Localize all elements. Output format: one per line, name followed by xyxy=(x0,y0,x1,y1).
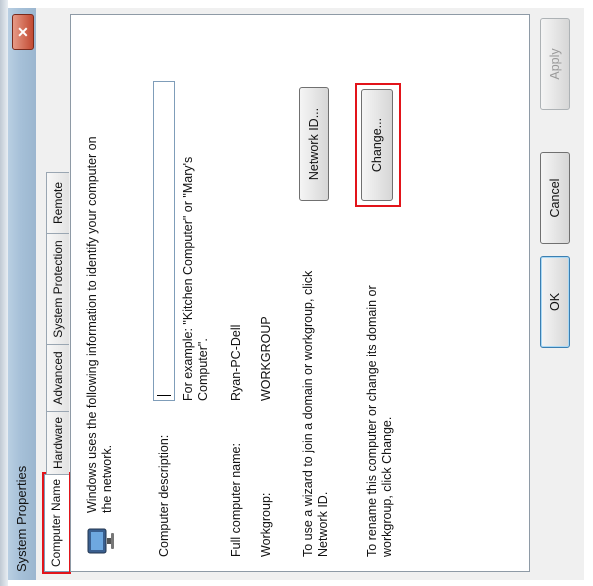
workgroup-value: WORKGROUP xyxy=(259,316,273,401)
tab-remote[interactable]: Remote xyxy=(46,172,69,234)
ok-button[interactable]: OK xyxy=(540,256,570,348)
computer-icon xyxy=(87,528,114,554)
window-title: System Properties xyxy=(14,465,29,572)
close-icon: ✕ xyxy=(15,26,31,38)
dialog-body: Computer Name Hardware Advanced System P… xyxy=(36,8,584,580)
screenshot-canvas: System Properties ✕ Computer Name Hardwa… xyxy=(0,0,593,586)
tab-system-protection[interactable]: System Protection xyxy=(46,233,69,345)
computer-description-input[interactable] xyxy=(153,81,175,401)
wizard-text: To use a wizard to join a domain or work… xyxy=(301,270,330,557)
intro-text: Windows uses the following information t… xyxy=(85,136,114,513)
computer-name-panel: Windows uses the following information t… xyxy=(70,14,530,572)
tab-advanced[interactable]: Advanced xyxy=(46,344,69,412)
description-label: Computer description: xyxy=(157,434,171,557)
apply-button[interactable]: Apply xyxy=(540,18,570,110)
workgroup-label: Workgroup: xyxy=(259,492,273,557)
tab-computer-name[interactable]: Computer Name xyxy=(43,466,70,580)
example-text: For example: "Kitchen Computer" or "Mary… xyxy=(181,156,210,401)
close-button[interactable]: ✕ xyxy=(12,14,34,50)
window-edge xyxy=(0,0,8,586)
text-caret xyxy=(157,395,171,396)
change-button[interactable]: Change... xyxy=(361,89,393,201)
cancel-button[interactable]: Cancel xyxy=(540,152,570,244)
system-properties-dialog: System Properties ✕ Computer Name Hardwa… xyxy=(8,8,584,580)
full-name-value: Ryan-PC-Dell xyxy=(229,324,243,401)
full-name-label: Full computer name: xyxy=(229,443,243,557)
title-bar[interactable]: System Properties ✕ xyxy=(8,8,37,580)
rename-text: To rename this computer or change its do… xyxy=(365,285,394,557)
network-id-button[interactable]: Network ID... xyxy=(299,87,329,201)
tab-hardware[interactable]: Hardware xyxy=(46,411,69,475)
